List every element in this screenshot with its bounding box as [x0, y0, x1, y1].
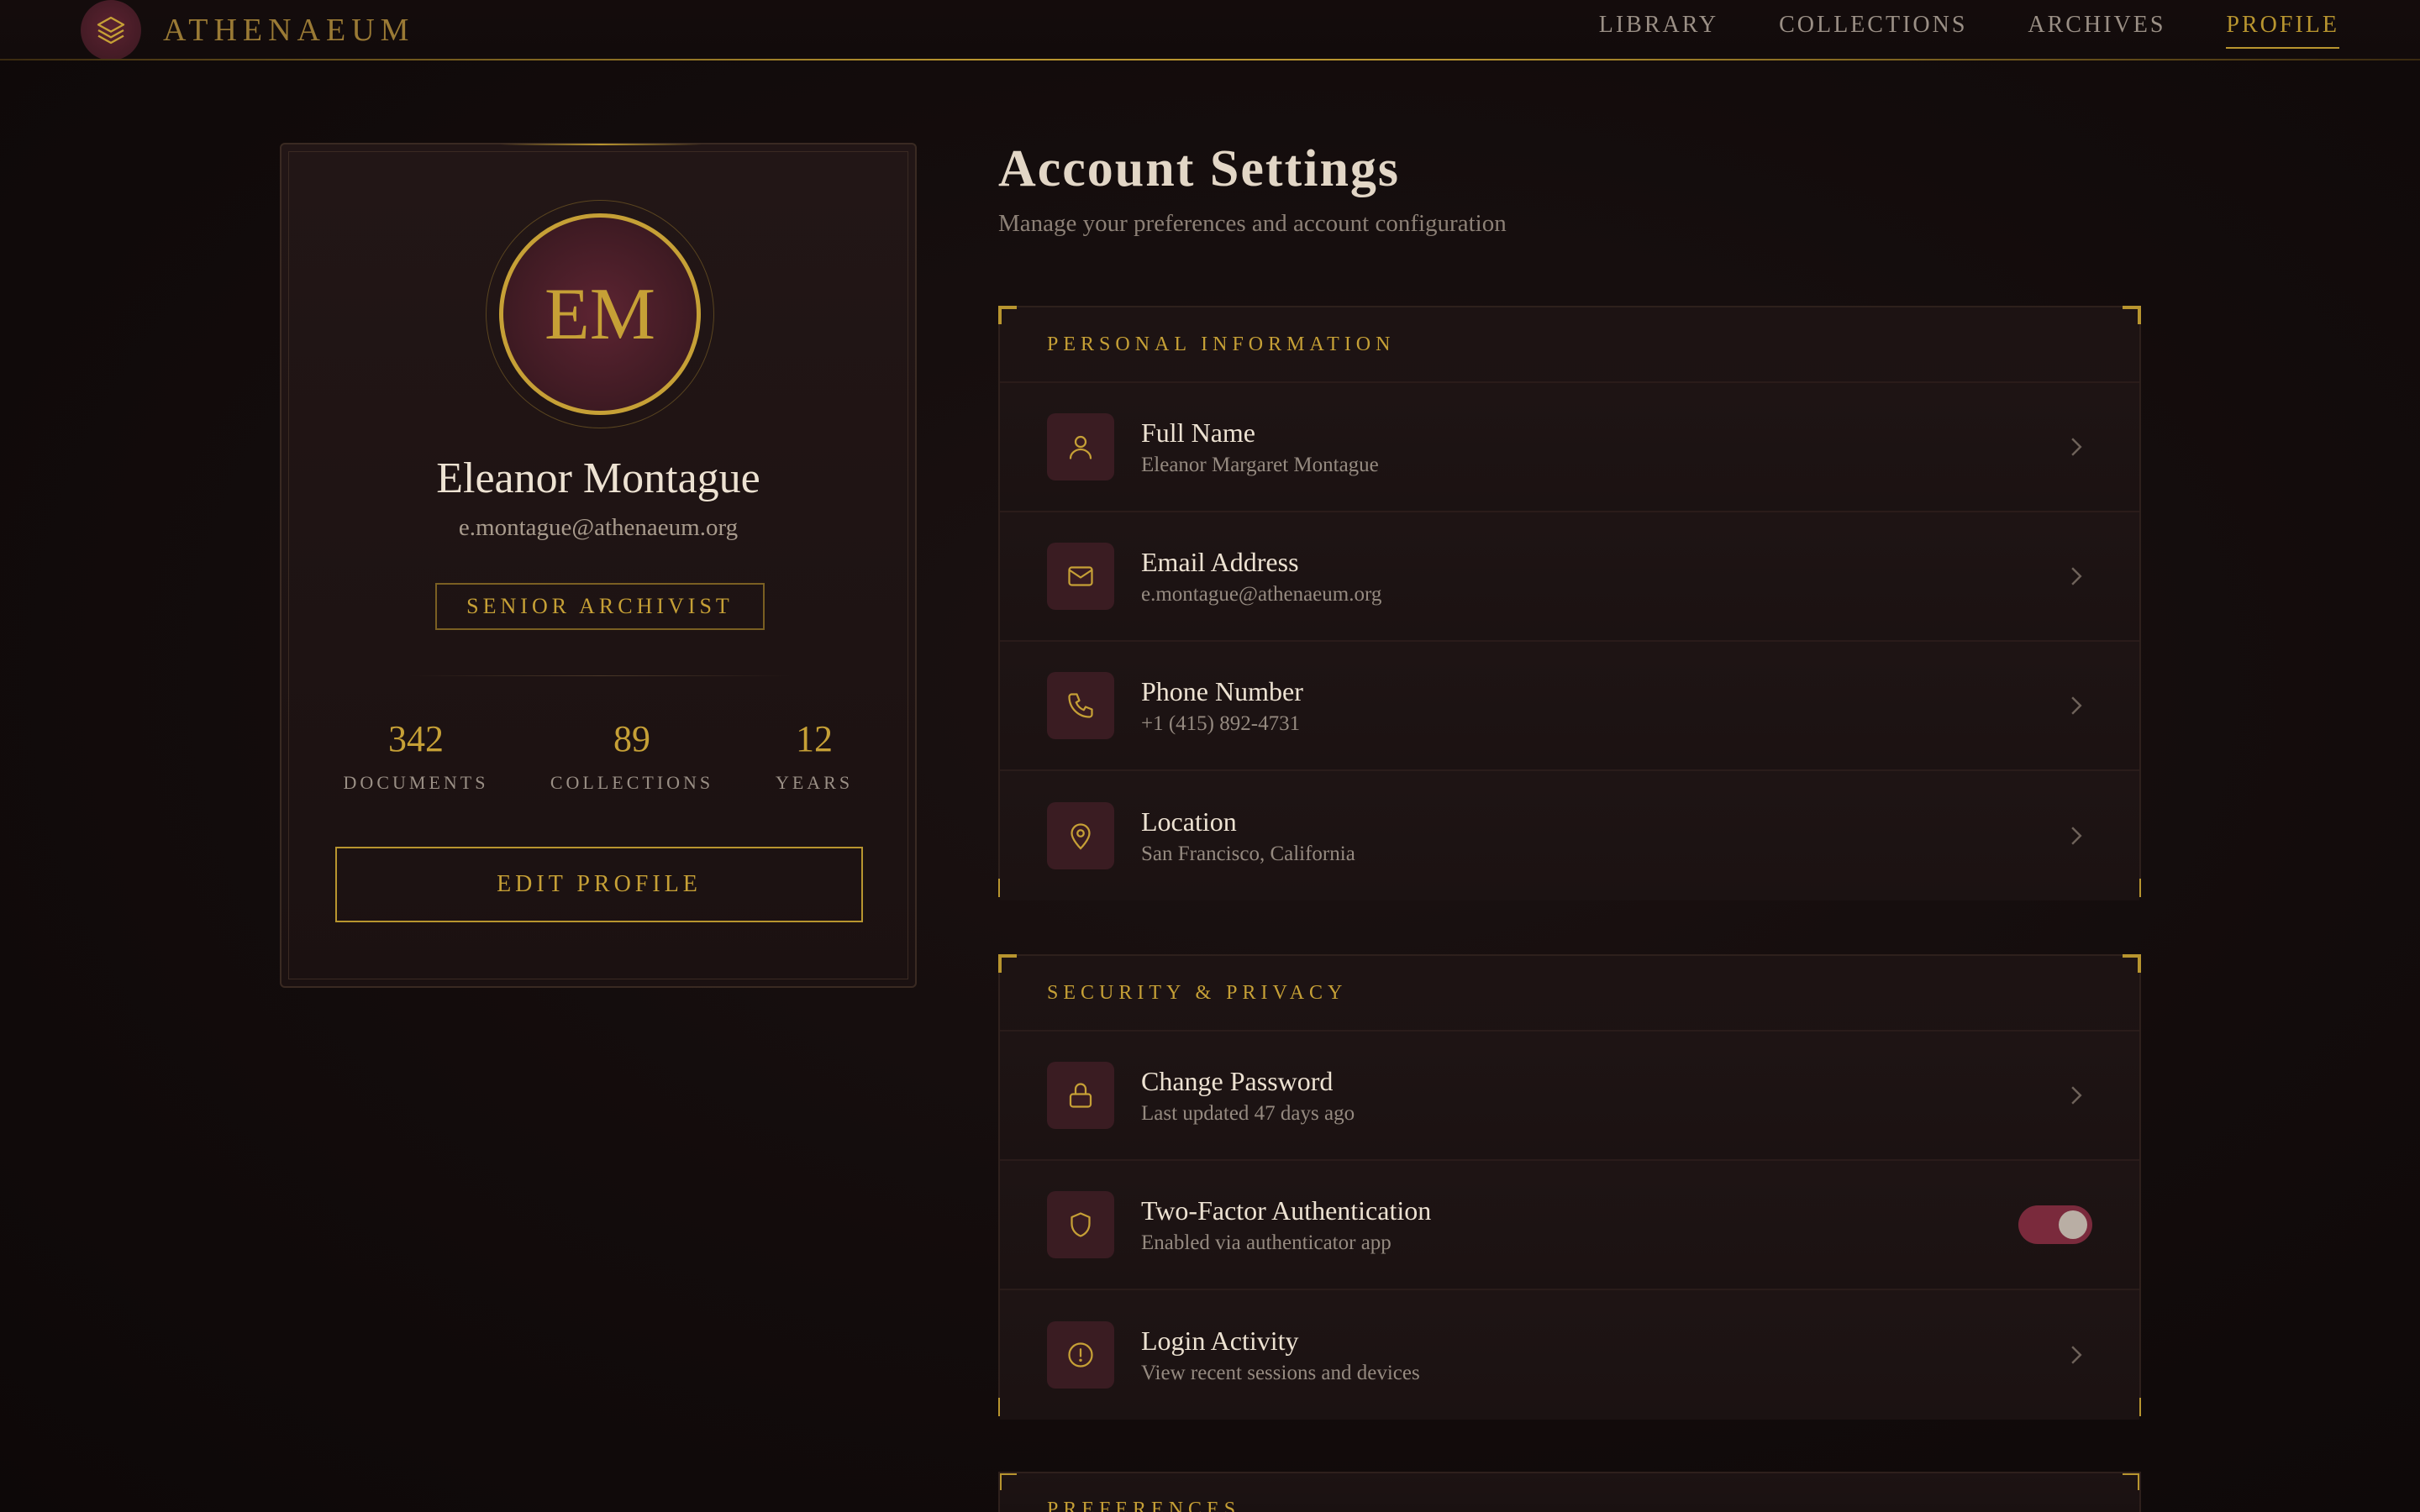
section-title: PREFERENCES	[1047, 1498, 1241, 1512]
nav-library[interactable]: LIBRARY	[1599, 12, 1718, 44]
nav-collections[interactable]: COLLECTIONS	[1779, 12, 1967, 44]
row-value: San Francisco, California	[1141, 842, 1355, 865]
brand-name: ATHENAEUM	[163, 13, 415, 48]
setting-row-two-factor: Two-Factor Authentication Enabled via au…	[1000, 1161, 2139, 1290]
profile-divider	[408, 675, 792, 676]
page-subtitle: Manage your preferences and account conf…	[998, 210, 1507, 237]
row-value: Enabled via authenticator app	[1141, 1231, 1392, 1254]
profile-name: Eleanor Montague	[436, 454, 760, 502]
avatar-ring: EM	[486, 200, 714, 428]
stat-years: 12 YEARS	[764, 717, 865, 794]
setting-row-location[interactable]: Location San Francisco, California	[1000, 771, 2139, 900]
row-title: Location	[1141, 806, 1237, 837]
row-title: Login Activity	[1141, 1325, 1299, 1356]
user-icon	[1047, 413, 1114, 480]
corner-ornament	[2123, 954, 2141, 973]
phone-icon	[1047, 672, 1114, 739]
map-pin-icon	[1047, 802, 1114, 869]
mail-icon	[1047, 543, 1114, 610]
main-nav: LIBRARY COLLECTIONS ARCHIVES PROFILE	[1599, 0, 2339, 55]
stat-collections: 89 COLLECTIONS	[539, 717, 724, 794]
brand[interactable]: ATHENAEUM	[81, 0, 414, 60]
row-title: Full Name	[1141, 417, 1255, 448]
nav-archives[interactable]: ARCHIVES	[2028, 12, 2165, 44]
stat-documents: 342 DOCUMENTS	[332, 717, 500, 794]
setting-row-phone[interactable]: Phone Number +1 (415) 892-4731	[1000, 642, 2139, 771]
corner-ornament	[2123, 1473, 2139, 1490]
corner-ornament	[2123, 306, 2141, 324]
row-value: e.montague@athenaeum.org	[1141, 582, 1382, 606]
top-navigation-bar: ATHENAEUM LIBRARY COLLECTIONS ARCHIVES P…	[0, 0, 2420, 60]
layers-logo-icon	[81, 0, 141, 60]
setting-row-login-activity[interactable]: Login Activity View recent sessions and …	[1000, 1290, 2139, 1420]
stat-value: 12	[796, 718, 833, 759]
corner-ornament	[1000, 1473, 1017, 1490]
section-title: SECURITY & PRIVACY	[1000, 956, 2139, 1032]
nav-profile[interactable]: PROFILE	[2226, 12, 2339, 49]
stat-label: COLLECTIONS	[550, 772, 714, 793]
role-badge: SENIOR ARCHIVIST	[435, 583, 765, 630]
row-title: Two-Factor Authentication	[1141, 1194, 1432, 1226]
chevron-right-icon	[2071, 1086, 2082, 1105]
avatar[interactable]: EM	[499, 213, 701, 415]
stat-label: YEARS	[775, 772, 854, 793]
security-privacy-section: SECURITY & PRIVACY Change Password Last …	[998, 954, 2141, 1420]
corner-ornament	[998, 954, 1017, 973]
row-value: Last updated 47 days ago	[1141, 1101, 1355, 1125]
page-title: Account Settings	[998, 140, 1401, 197]
section-title: PERSONAL INFORMATION	[1000, 307, 2139, 383]
profile-email: e.montague@athenaeum.org	[458, 514, 739, 541]
setting-row-change-password[interactable]: Change Password Last updated 47 days ago	[1000, 1032, 2139, 1161]
row-title: Email Address	[1141, 546, 1299, 577]
row-title: Phone Number	[1141, 675, 1303, 706]
row-value: +1 (415) 892-4731	[1141, 711, 1301, 735]
chevron-right-icon	[2071, 1346, 2082, 1364]
preferences-section: PREFERENCES	[998, 1472, 2141, 1512]
stat-label: DOCUMENTS	[343, 772, 489, 793]
lock-icon	[1047, 1062, 1114, 1129]
toggle-knob	[2059, 1210, 2087, 1239]
chevron-right-icon	[2071, 696, 2082, 715]
personal-information-section: PERSONAL INFORMATION Full Name Eleanor M…	[998, 306, 2141, 900]
stat-value: 342	[388, 718, 444, 759]
row-value: View recent sessions and devices	[1141, 1361, 1420, 1384]
chevron-right-icon	[2071, 827, 2082, 845]
setting-row-full-name[interactable]: Full Name Eleanor Margaret Montague	[1000, 383, 2139, 512]
row-title: Change Password	[1141, 1065, 1334, 1096]
avatar-initials: EM	[544, 273, 655, 355]
profile-card: EM Eleanor Montague e.montague@athenaeum…	[280, 143, 917, 988]
stat-value: 89	[613, 718, 650, 759]
two-factor-toggle[interactable]	[2018, 1205, 2092, 1244]
alert-circle-icon	[1047, 1321, 1114, 1389]
setting-row-email[interactable]: Email Address e.montague@athenaeum.org	[1000, 512, 2139, 642]
chevron-right-icon	[2071, 438, 2082, 456]
shield-icon	[1047, 1191, 1114, 1258]
corner-ornament	[998, 306, 1017, 324]
edit-profile-button[interactable]: EDIT PROFILE	[335, 847, 863, 922]
chevron-right-icon	[2071, 567, 2082, 585]
profile-stats: 342 DOCUMENTS 89 COLLECTIONS 12 YEARS	[332, 717, 865, 794]
row-value: Eleanor Margaret Montague	[1141, 453, 1379, 476]
